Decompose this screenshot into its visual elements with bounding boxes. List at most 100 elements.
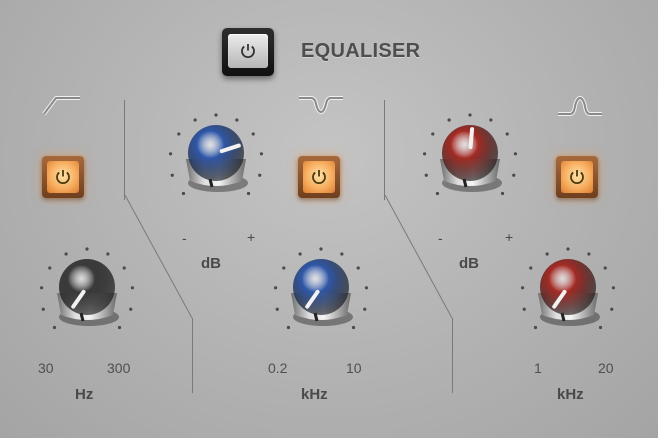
- scale-dot: [422, 152, 427, 156]
- scale-dot: [168, 152, 173, 156]
- scale-dot: [214, 113, 218, 117]
- scale-dot: [235, 118, 239, 122]
- k-mid-gain-graphic: [168, 113, 264, 196]
- scale-dot: [340, 252, 344, 256]
- mid-band-enable-toggle[interactable]: [298, 156, 340, 198]
- scale-dot: [489, 118, 493, 122]
- scale-dot: [598, 325, 603, 330]
- high-gain-knob[interactable]: [414, 101, 526, 213]
- scale-dot: [258, 173, 262, 177]
- scale-dot: [52, 325, 57, 330]
- power-icon: [570, 170, 584, 184]
- scale-dot: [170, 173, 174, 177]
- scale-dot: [351, 325, 356, 330]
- low-freq-min-label: 30: [38, 360, 54, 376]
- scale-dot: [529, 266, 533, 270]
- scale-dot: [610, 307, 614, 311]
- scale-dot: [520, 286, 525, 290]
- high-freq-max-label: 20: [598, 360, 614, 376]
- high-band-enable-toggle[interactable]: [556, 156, 598, 198]
- knob-pointer: [468, 127, 475, 150]
- mid-gain-knob[interactable]: [160, 101, 272, 213]
- scale-dot: [298, 252, 302, 256]
- scale-dot: [587, 252, 591, 256]
- scale-dot: [275, 307, 279, 311]
- scale-dot: [286, 325, 291, 330]
- divider-1: [124, 100, 125, 200]
- high-freq-unit-label: kHz: [557, 386, 584, 403]
- scale-dot: [364, 286, 369, 290]
- scale-dot: [48, 266, 52, 270]
- low-band-enable-led: [47, 161, 79, 193]
- high-freq-knob[interactable]: [512, 235, 624, 347]
- scale-dot: [130, 286, 135, 290]
- scale-dot: [505, 132, 509, 136]
- mid-freq-unit-label: kHz: [301, 386, 328, 403]
- low-freq-knob[interactable]: [31, 235, 143, 347]
- divider-2-diagonal: [384, 194, 454, 325]
- scale-dot: [468, 113, 472, 117]
- power-icon: [241, 44, 255, 58]
- eq-power-button[interactable]: [222, 28, 274, 76]
- divider-2: [384, 100, 385, 200]
- scale-dot: [64, 252, 68, 256]
- scale-dot: [117, 325, 122, 330]
- power-icon: [312, 170, 326, 184]
- scale-dot: [611, 286, 616, 290]
- low-freq-unit-label: Hz: [75, 386, 94, 403]
- k-mid-freq-graphic: [273, 247, 369, 330]
- scale-dot: [259, 152, 264, 156]
- low-shelf-icon: [42, 96, 80, 116]
- scale-dot: [435, 191, 440, 196]
- scale-dot: [251, 132, 255, 136]
- scale-dot: [319, 247, 323, 251]
- knob-skirt-marker: [560, 312, 566, 322]
- knob-skirt-marker: [208, 178, 214, 188]
- scale-dot: [193, 118, 197, 122]
- divider-1-lower: [192, 318, 193, 393]
- knob-skirt-marker: [79, 312, 85, 322]
- mid-gain-plus-label: +: [247, 229, 256, 245]
- mid-freq-knob[interactable]: [265, 235, 377, 347]
- scale-dot: [363, 307, 367, 311]
- k-low-freq-graphic: [39, 247, 135, 330]
- scale-dot: [177, 132, 181, 136]
- scale-dot: [431, 132, 435, 136]
- scale-dot: [181, 191, 186, 196]
- high-gain-plus-label: +: [505, 229, 514, 245]
- scale-dot: [246, 191, 251, 196]
- knob-cap: [59, 259, 115, 315]
- knob-skirt-marker: [313, 312, 319, 322]
- eq-power-button-face: [228, 34, 268, 68]
- scale-dot: [273, 286, 278, 290]
- high-freq-min-label: 1: [534, 360, 542, 376]
- scale-dot: [129, 307, 133, 311]
- page-title: EQUALISER: [301, 40, 421, 62]
- high-gain-unit-label: dB: [459, 255, 479, 272]
- high-gain-minus-label: -: [438, 230, 443, 246]
- scale-dot: [122, 266, 126, 270]
- scale-dot: [447, 118, 451, 122]
- scale-dot: [424, 173, 428, 177]
- scale-dot: [500, 191, 505, 196]
- low-band-enable-toggle[interactable]: [42, 156, 84, 198]
- scale-dot: [41, 307, 45, 311]
- mid-band-enable-led: [303, 161, 335, 193]
- divider-2-lower: [452, 318, 453, 393]
- knob-cap: [188, 125, 244, 181]
- high-band-enable-led: [561, 161, 593, 193]
- scale-dot: [603, 266, 607, 270]
- scale-dot: [282, 266, 286, 270]
- power-icon: [56, 170, 70, 184]
- scale-dot: [545, 252, 549, 256]
- mid-gain-unit-label: dB: [201, 255, 221, 272]
- k-high-gain-graphic: [422, 113, 518, 196]
- knob-cap: [293, 259, 349, 315]
- mid-freq-max-label: 10: [346, 360, 362, 376]
- k-high-freq-graphic: [520, 247, 616, 330]
- knob-cap: [540, 259, 596, 315]
- scale-dot: [85, 247, 89, 251]
- scale-dot: [356, 266, 360, 270]
- notch-icon: [299, 96, 343, 115]
- knob-skirt-marker: [462, 178, 468, 188]
